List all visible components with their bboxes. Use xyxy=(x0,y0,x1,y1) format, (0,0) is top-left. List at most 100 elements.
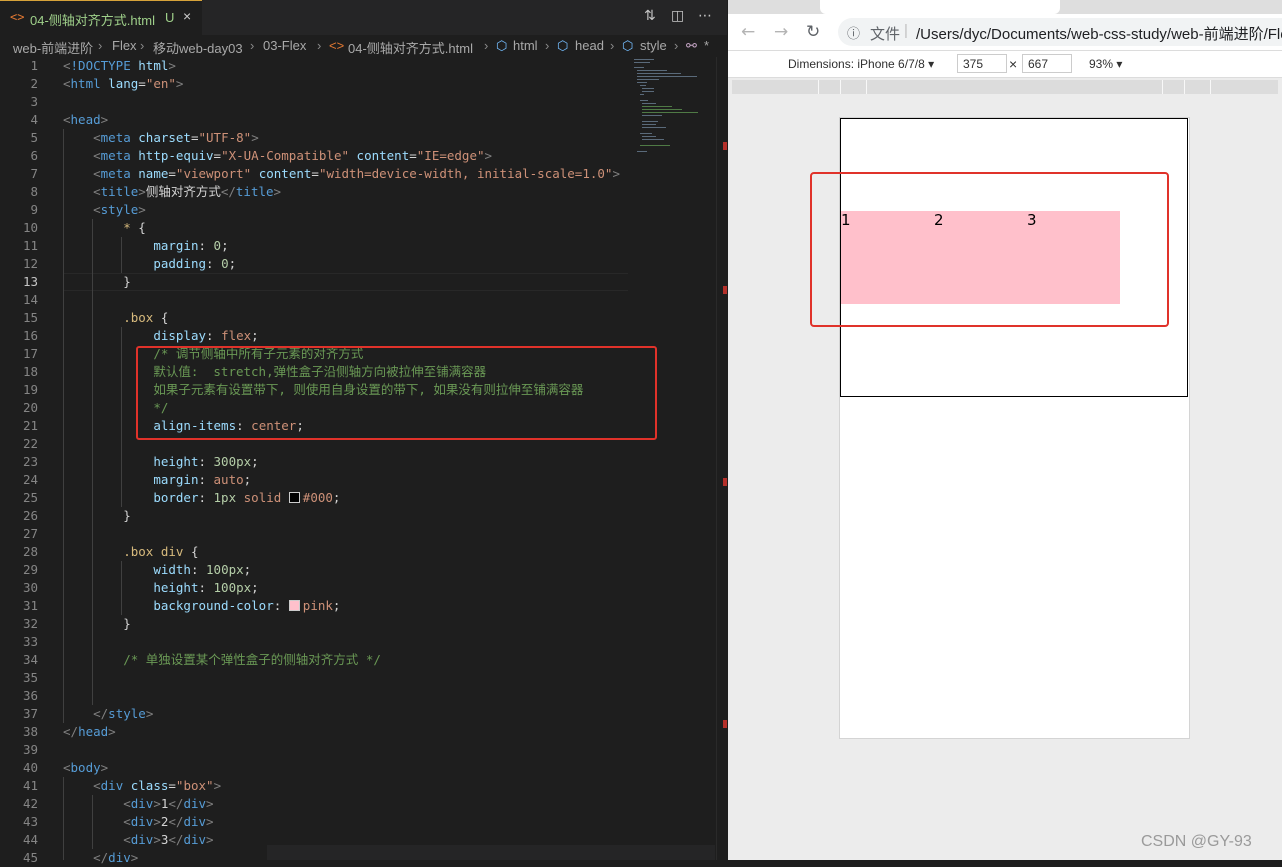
device-select[interactable]: Dimensions: iPhone 6/7/8 ▾ xyxy=(788,57,934,71)
line-number: 12 xyxy=(22,256,38,271)
code-editor: <> 04-侧轴对齐方式.html U × ⇅ ◫ ⋯ web-前端进阶 › F… xyxy=(0,0,728,865)
code-line[interactable]: .box { xyxy=(63,309,168,327)
line-number: 39 xyxy=(22,742,38,757)
code-line[interactable]: <html lang="en"> xyxy=(63,75,183,93)
untracked-badge: U xyxy=(165,10,175,25)
code-line[interactable]: .box div { xyxy=(63,543,198,561)
code-line[interactable]: margin: 0; xyxy=(63,237,228,255)
line-number: 33 xyxy=(22,634,38,649)
code-line[interactable]: <head> xyxy=(63,111,108,129)
code-line[interactable]: background-color: pink; xyxy=(63,597,340,615)
height-input[interactable]: 667 xyxy=(1022,54,1072,73)
split-editor-icon[interactable]: ◫ xyxy=(671,8,684,24)
code-line[interactable]: height: 100px; xyxy=(63,579,258,597)
chevron-right-icon: › xyxy=(484,38,489,53)
error-marker xyxy=(723,142,727,150)
element-icon: ⬡ xyxy=(496,38,508,53)
back-arrow-icon[interactable]: ← xyxy=(741,22,755,42)
code-line[interactable]: display: flex; xyxy=(63,327,258,345)
code-line[interactable]: <style> xyxy=(63,201,146,219)
line-number: 29 xyxy=(22,562,38,577)
code-line[interactable]: padding: 0; xyxy=(63,255,236,273)
element-icon: ⬡ xyxy=(622,38,634,53)
chevron-right-icon: › xyxy=(98,38,103,53)
line-number: 3 xyxy=(30,94,38,109)
code-line[interactable]: } xyxy=(63,273,131,291)
scheme-label: 文件 xyxy=(870,26,901,43)
breadcrumb-item[interactable]: 移动web-day03 xyxy=(153,38,243,57)
code-line[interactable]: <div class="box"> xyxy=(63,777,221,795)
code-line[interactable]: </div> xyxy=(63,849,138,867)
code-line[interactable]: /* 单独设置某个弹性盒子的侧轴对齐方式 */ xyxy=(63,651,381,669)
color-swatch-icon[interactable] xyxy=(288,600,300,611)
code-line[interactable]: <meta name="viewport" content="width=dev… xyxy=(63,165,620,183)
breadcrumb-item[interactable]: style xyxy=(640,38,667,53)
line-number: 15 xyxy=(22,310,38,325)
divider: | xyxy=(904,22,908,39)
code-line[interactable]: } xyxy=(63,507,131,525)
line-number: 30 xyxy=(22,580,38,595)
line-number: 24 xyxy=(22,472,38,487)
code-line[interactable]: <!DOCTYPE html> xyxy=(63,57,176,75)
media-query-bar[interactable] xyxy=(732,80,1278,94)
line-number: 9 xyxy=(30,202,38,217)
breadcrumb-item[interactable]: 04-侧轴对齐方式.html xyxy=(348,38,473,57)
compare-changes-icon[interactable]: ⇅ xyxy=(644,8,656,24)
code-line[interactable]: <div>1</div> xyxy=(63,795,213,813)
code-line[interactable]: width: 100px; xyxy=(63,561,251,579)
code-line[interactable]: } xyxy=(63,615,131,633)
url-text[interactable]: /Users/dyc/Documents/web-css-study/web-前… xyxy=(916,23,1282,44)
line-number: 36 xyxy=(22,688,38,703)
code-line[interactable]: <div>2</div> xyxy=(63,813,213,831)
minimap[interactable] xyxy=(632,57,712,157)
code-line[interactable]: * { xyxy=(63,219,146,237)
forward-arrow-icon[interactable]: → xyxy=(774,22,788,42)
line-number: 5 xyxy=(30,130,38,145)
line-number: 16 xyxy=(22,328,38,343)
code-line[interactable]: <div>3</div> xyxy=(63,831,213,849)
breadcrumb-item[interactable]: web-前端进阶 xyxy=(13,38,93,57)
close-tab-icon[interactable]: × xyxy=(183,8,191,24)
code-line[interactable]: <body> xyxy=(63,759,108,777)
code-line[interactable]: <meta http-equiv="X-UA-Compatible" conte… xyxy=(63,147,492,165)
chevron-right-icon: › xyxy=(250,38,255,53)
browser-toolbar: ← → ↻ ⓘ 文件 | /Users/dyc/Documents/web-cs… xyxy=(728,14,1282,50)
chevron-right-icon: › xyxy=(674,38,679,53)
info-icon[interactable]: ⓘ xyxy=(847,23,860,42)
code-line[interactable]: </style> xyxy=(63,705,153,723)
editor-tab[interactable]: <> 04-侧轴对齐方式.html U × xyxy=(0,0,202,35)
line-number: 35 xyxy=(22,670,38,685)
error-marker xyxy=(723,720,727,728)
line-number: 6 xyxy=(30,148,38,163)
device-toolbar: Dimensions: iPhone 6/7/8 ▾ 375 × 667 93%… xyxy=(728,50,1282,78)
line-number: 13 xyxy=(22,274,38,289)
breadcrumb-item[interactable]: Flex xyxy=(112,38,137,53)
more-actions-icon[interactable]: ⋯ xyxy=(698,8,712,24)
width-input[interactable]: 375 xyxy=(957,54,1007,73)
code-line[interactable]: margin: auto; xyxy=(63,471,251,489)
line-number: 40 xyxy=(22,760,38,775)
more-options-icon[interactable]: ⋮ xyxy=(1276,54,1282,71)
browser-tab[interactable] xyxy=(820,0,1060,14)
code-line[interactable]: <meta charset="UTF-8"> xyxy=(63,129,259,147)
breadcrumb-item[interactable]: * xyxy=(704,38,709,53)
code-area[interactable]: 1 <!DOCTYPE html> 2 <html lang="en"> 3 4 <head… xyxy=(0,57,630,865)
reload-icon[interactable]: ↻ xyxy=(806,22,820,42)
code-line[interactable]: </head> xyxy=(63,723,116,741)
editor-scrollbar[interactable] xyxy=(716,57,728,860)
color-swatch-icon[interactable] xyxy=(288,492,300,503)
code-line[interactable]: height: 300px; xyxy=(63,453,258,471)
breadcrumb-item[interactable]: head xyxy=(575,38,604,53)
line-number: 28 xyxy=(22,544,38,559)
address-bar[interactable]: ⓘ 文件 | /Users/dyc/Documents/web-css-stud… xyxy=(838,18,1282,46)
code-line[interactable]: <title>侧轴对齐方式</title> xyxy=(63,183,281,201)
line-number: 44 xyxy=(22,832,38,847)
breadcrumb-item[interactable]: 03-Flex xyxy=(263,38,306,53)
line-number: 7 xyxy=(30,166,38,181)
breadcrumb-item[interactable]: html xyxy=(513,38,538,53)
html-file-icon: <> xyxy=(329,38,345,53)
code-line[interactable]: border: 1px solid #000; xyxy=(63,489,340,507)
line-number: 14 xyxy=(22,292,38,307)
zoom-select[interactable]: 93% ▾ xyxy=(1089,57,1122,71)
error-marker xyxy=(723,286,727,294)
